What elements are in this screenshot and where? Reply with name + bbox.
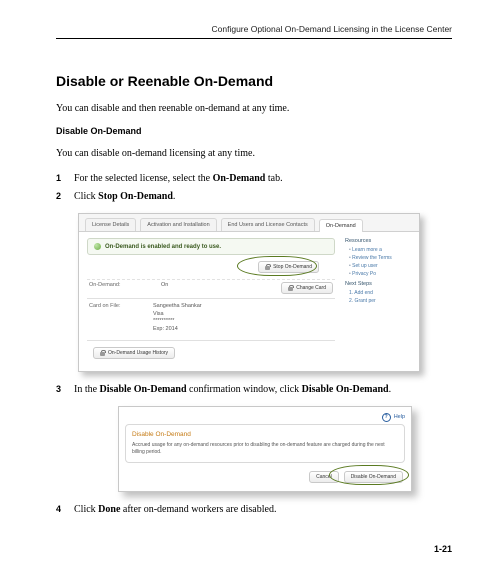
lock-icon xyxy=(265,264,270,270)
step-4: 4 Click Done after on-demand workers are… xyxy=(56,502,452,518)
figure-1: License Details Activation and Installat… xyxy=(78,213,452,372)
lock-icon xyxy=(100,350,105,356)
resource-link[interactable]: Set up user xyxy=(349,263,417,269)
disable-on-demand-button[interactable]: Disable On-Demand xyxy=(344,471,403,483)
dialog-title: Disable On-Demand xyxy=(132,431,398,438)
step-text: For the selected license, select the On-… xyxy=(74,171,452,187)
status-text: On-Demand is enabled and ready to use. xyxy=(105,244,221,250)
next-steps-heading: Next Steps xyxy=(345,281,417,287)
status-dot-icon xyxy=(94,243,101,250)
tab-license-details[interactable]: License Details xyxy=(85,218,136,231)
intro-text: You can disable and then reenable on-dem… xyxy=(56,101,452,116)
card-on-file: Card on File: Sangeetha Shankar Visa ***… xyxy=(87,298,335,338)
usage-history-button[interactable]: On-Demand Usage History xyxy=(93,347,175,359)
ondemand-row: On-Demand: On Change Card xyxy=(87,279,335,298)
subsection-intro: You can disable on-demand licensing at a… xyxy=(56,146,452,161)
lock-icon xyxy=(288,285,293,291)
step-2: 2 Click Stop On-Demand. xyxy=(56,189,452,205)
next-step-link[interactable]: 2. Grant per xyxy=(349,298,417,304)
resource-link[interactable]: Learn more a xyxy=(349,247,417,253)
tab-end-users[interactable]: End Users and License Contacts xyxy=(221,218,315,231)
step-text: In the Disable On-Demand confirmation wi… xyxy=(74,382,452,398)
cancel-button[interactable]: Cancel xyxy=(309,471,339,483)
step-number: 4 xyxy=(56,502,74,518)
section-heading: Disable or Reenable On-Demand xyxy=(56,73,452,89)
tab-bar: License Details Activation and Installat… xyxy=(79,214,419,232)
subsection-heading: Disable On-Demand xyxy=(56,126,452,136)
step-1: 1 For the selected license, select the O… xyxy=(56,171,452,187)
change-card-button[interactable]: Change Card xyxy=(281,282,333,294)
step-number: 2 xyxy=(56,189,74,205)
figure-2: ? Help Disable On-Demand Accrued usage f… xyxy=(78,406,452,492)
resource-link[interactable]: Privacy Po xyxy=(349,271,417,277)
tab-activation[interactable]: Activation and Installation xyxy=(140,218,216,231)
step-number: 3 xyxy=(56,382,74,398)
step-number: 1 xyxy=(56,171,74,187)
step-text: Click Done after on-demand workers are d… xyxy=(74,502,452,518)
dialog-body: Accrued usage for any on-demand resource… xyxy=(132,442,398,456)
step-text: Click Stop On-Demand. xyxy=(74,189,452,205)
next-step-link[interactable]: 1. Add end xyxy=(349,290,417,296)
next-steps-list: 1. Add end 2. Grant per xyxy=(349,290,417,304)
status-bar: On-Demand is enabled and ready to use. xyxy=(87,238,335,255)
step-3: 3 In the Disable On-Demand confirmation … xyxy=(56,382,452,398)
resource-link[interactable]: Review the Terms xyxy=(349,255,417,261)
resources-list: Learn more a Review the Terms Set up use… xyxy=(349,247,417,277)
page-number: 1-21 xyxy=(56,544,452,554)
resources-heading: Resources xyxy=(345,238,417,244)
tab-on-demand[interactable]: On-Demand xyxy=(319,219,363,232)
help-icon: ? xyxy=(382,413,391,422)
running-head: Configure Optional On-Demand Licensing i… xyxy=(56,24,452,39)
stop-on-demand-button[interactable]: Stop On-Demand xyxy=(258,261,319,273)
help-link[interactable]: ? Help xyxy=(125,413,405,422)
